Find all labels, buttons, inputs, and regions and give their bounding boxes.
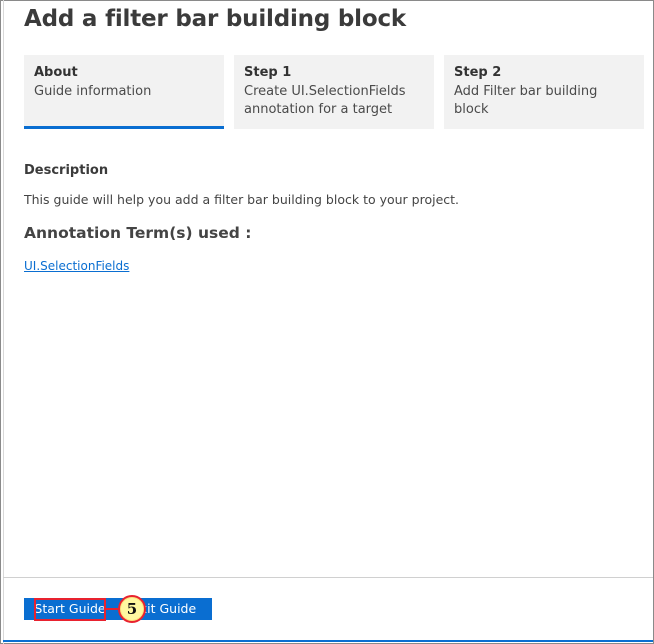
tab-step-2-desc: Add Filter bar building block — [454, 84, 598, 117]
page-title: Add a filter bar building block — [24, 6, 406, 32]
annotation-link-selectionfields[interactable]: UI.SelectionFields — [24, 259, 129, 273]
tab-step-1-title: Step 1 — [244, 65, 292, 80]
tab-about-title: About — [34, 65, 78, 80]
window-edge — [3, 0, 4, 644]
bottom-accent-bar — [3, 640, 653, 642]
tab-step-1[interactable]: Step 1 Create UI.SelectionFields annotat… — [234, 55, 434, 129]
annotation-terms-heading: Annotation Term(s) used : — [24, 224, 252, 242]
tab-step-2-title: Step 2 — [454, 65, 502, 80]
footer-divider — [3, 577, 653, 578]
start-guide-button[interactable]: Start Guide — [24, 598, 116, 620]
tab-about[interactable]: About Guide information — [24, 55, 224, 129]
tab-step-2[interactable]: Step 2 Add Filter bar building block — [444, 55, 644, 129]
tab-about-desc: Guide information — [34, 84, 152, 99]
tab-step-1-desc: Create UI.SelectionFields annotation for… — [244, 84, 406, 117]
callout-connector — [105, 608, 119, 610]
description-label: Description — [24, 163, 109, 178]
step-marker-badge: 5 — [118, 595, 146, 623]
description-text: This guide will help you add a filter ba… — [24, 192, 460, 207]
